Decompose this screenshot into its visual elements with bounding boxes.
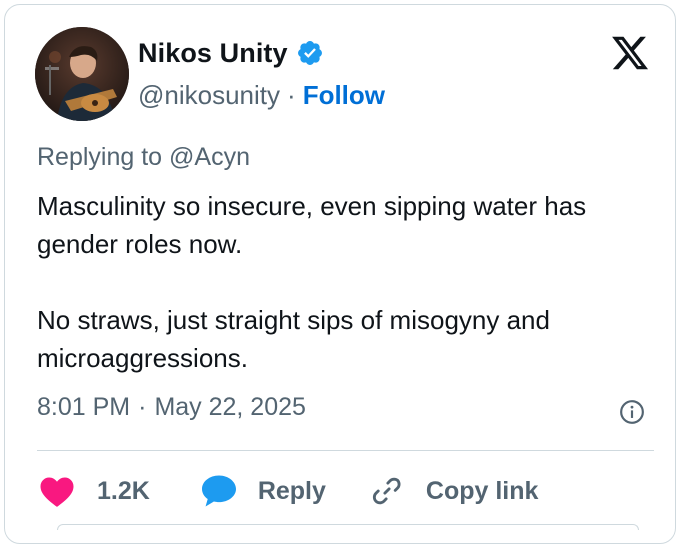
x-logo-icon[interactable] [609, 33, 651, 73]
avatar[interactable] [35, 27, 129, 121]
author-handle[interactable]: @nikosunity [138, 80, 280, 111]
follow-button[interactable]: Follow [303, 80, 385, 111]
like-count: 1.2K [97, 476, 150, 505]
avatar-photo [35, 27, 129, 121]
reply-button[interactable]: Reply [200, 474, 326, 508]
speech-bubble-icon [201, 475, 236, 507]
replying-to-prefix: Replying to [37, 143, 163, 171]
reply-label: Reply [257, 476, 326, 505]
tweet-time: 8:01 PM [37, 393, 131, 421]
tweet-date: May 22, 2025 [154, 393, 306, 421]
author-handle-row: @nikosunity · Follow [138, 77, 385, 113]
tweet-paragraph: Masculinity so insecure, even sipping wa… [37, 191, 587, 259]
action-bar: 1.2K Reply Copy link [39, 467, 538, 515]
author-display-name[interactable]: Nikos Unity [138, 38, 288, 69]
author-name-row: Nikos Unity [138, 35, 324, 71]
info-icon[interactable] [619, 399, 645, 425]
divider [37, 450, 654, 451]
tweet-paragraph: No straws, just straight sips of misogyn… [37, 305, 550, 373]
heart-icon [40, 477, 74, 507]
timestamp-separator: · [138, 393, 147, 421]
tweet-card[interactable]: Nikos Unity @nikosunity · Follow Replyin… [4, 4, 676, 544]
replying-to: Replying to @Acyn [37, 143, 250, 172]
tweet-text: Masculinity so insecure, even sipping wa… [37, 187, 667, 377]
copy-link-label: Copy link [425, 476, 539, 505]
verified-badge-icon [297, 41, 322, 65]
link-icon [372, 477, 401, 505]
like-button[interactable]: 1.2K [39, 474, 150, 508]
tweet-timestamp[interactable]: 8:01 PM · May 22, 2025 [37, 393, 306, 422]
replying-to-mention[interactable]: @Acyn [169, 143, 250, 171]
handle-separator: · [287, 79, 296, 110]
copy-link-button[interactable]: Copy link [370, 474, 539, 508]
read-replies-button-edge[interactable] [57, 524, 639, 530]
